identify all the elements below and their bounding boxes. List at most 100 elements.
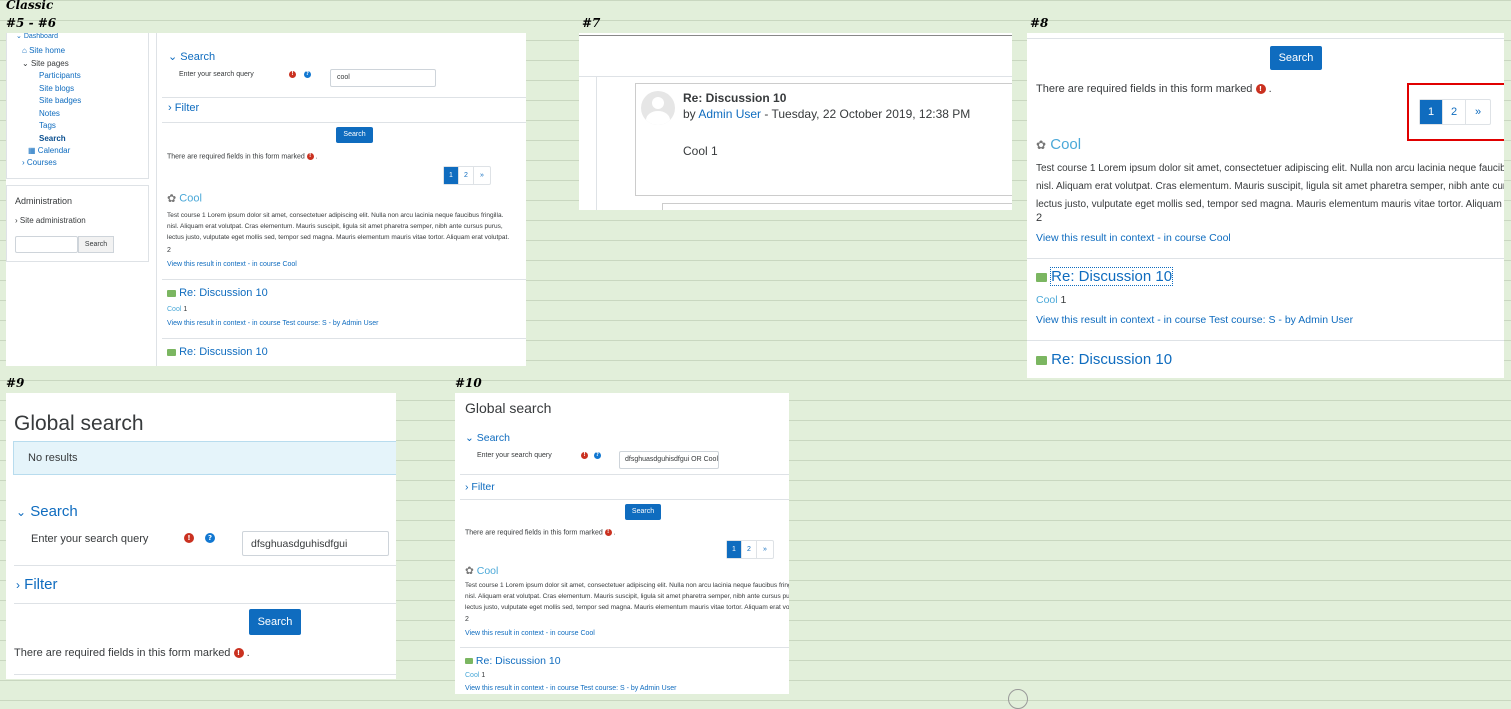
cool-course-link[interactable]: Cool	[465, 672, 479, 679]
filter-section-toggle[interactable]: › Filter	[168, 102, 199, 114]
page-1[interactable]: 1	[727, 541, 742, 558]
result-cool-title[interactable]: ✿ Cool	[465, 565, 498, 577]
page-2[interactable]: 2	[1443, 100, 1466, 124]
forum-icon	[1036, 355, 1047, 365]
course-link[interactable]: in course Cool	[550, 630, 595, 637]
required-note: There are required fields in this form m…	[167, 153, 318, 161]
search-section-toggle[interactable]: ⌄ Search	[465, 432, 510, 444]
search-button[interactable]: Search	[336, 127, 373, 143]
admin-title: Administration	[15, 196, 73, 206]
result-discussion-links: View this result in context - in course …	[1036, 314, 1354, 326]
admin-site-administration[interactable]: › Site administration	[15, 216, 86, 225]
page-next[interactable]: »	[1466, 100, 1490, 124]
divider	[460, 647, 789, 648]
view-in-context-link[interactable]: View this result in context	[167, 320, 246, 327]
course-link[interactable]: in course Test course: S	[550, 685, 625, 692]
nav-dashboard[interactable]: ⌄ Dashboard	[16, 33, 58, 40]
divider	[460, 499, 789, 500]
nav-search[interactable]: Search	[39, 134, 66, 143]
search-button[interactable]: Search	[625, 504, 661, 520]
nav-participants[interactable]: Participants	[39, 71, 81, 80]
course-link[interactable]: in course Cool	[252, 261, 297, 268]
home-icon: ⌂	[22, 46, 27, 55]
course-link[interactable]: in course Cool	[1164, 232, 1231, 244]
view-in-context-link[interactable]: View this result in context	[465, 630, 544, 637]
nav-tags[interactable]: Tags	[39, 121, 56, 130]
divider	[162, 279, 526, 280]
nav-calendar[interactable]: ▦ Calendar	[28, 146, 70, 155]
result-cool-count: 2	[1036, 212, 1043, 224]
page-1[interactable]: 1	[1420, 100, 1443, 124]
nav-site-badges[interactable]: Site badges	[39, 96, 81, 105]
result-discussion-title[interactable]: Re: Discussion 10	[1036, 267, 1174, 286]
course-link[interactable]: in course Test course: S	[252, 320, 327, 327]
result-cool-title[interactable]: ✿ Cool	[1036, 136, 1081, 153]
search-query-input[interactable]: cool	[330, 69, 436, 87]
view-in-context-link[interactable]: View this result in context	[465, 685, 544, 692]
divider	[579, 76, 1012, 77]
reply-post	[662, 203, 1012, 210]
help-icon[interactable]: ?	[304, 71, 311, 78]
screenshot-7: Re: Discussion 10 by Admin User - Tuesda…	[579, 33, 1012, 210]
author-link[interactable]: Admin User	[698, 107, 761, 121]
result-cool-links: View this result in context - in course …	[1036, 232, 1231, 244]
view-in-context-link[interactable]: View this result in context	[167, 261, 246, 268]
result-discussion-title-2[interactable]: Re: Discussion 10	[1036, 351, 1172, 368]
forum-icon	[167, 348, 176, 356]
search-button[interactable]: Search	[1270, 46, 1322, 70]
page-next[interactable]: »	[757, 541, 773, 558]
search-query-input[interactable]: dfsghuasdguhisdfgui	[242, 531, 389, 556]
course-icon: ✿	[1036, 138, 1047, 153]
required-icon: !	[289, 71, 296, 78]
author-link[interactable]: by Admin User	[631, 685, 677, 692]
result-cool-summary: Test course 1 Lorem ipsum dolor sit amet…	[167, 212, 510, 241]
view-in-context-link[interactable]: View this result in context	[1036, 232, 1154, 244]
divider	[162, 338, 526, 339]
admin-search-input[interactable]	[15, 236, 78, 253]
query-label: Enter your search query	[31, 533, 149, 545]
thread-line	[596, 76, 597, 210]
search-query-input[interactable]: dfsghuasdguhisdfgui OR Cool	[619, 451, 719, 469]
required-icon: !	[184, 533, 194, 543]
result-cool-count: 2	[167, 247, 171, 254]
result-discussion-title[interactable]: Re: Discussion 10	[167, 287, 268, 299]
required-icon: !	[306, 153, 314, 160]
view-in-context-link[interactable]: View this result in context	[1036, 314, 1154, 326]
page-1[interactable]: 1	[444, 167, 459, 184]
nav-notes[interactable]: Notes	[39, 109, 60, 118]
filter-section-toggle[interactable]: › Filter	[16, 576, 58, 593]
search-section-toggle[interactable]: ⌄ Search	[168, 50, 215, 63]
screenshot-9: Global search No results ⌄ Search Enter …	[6, 393, 396, 679]
author-link[interactable]: by Admin User	[1285, 314, 1353, 326]
cool-course-link[interactable]: Cool	[167, 306, 181, 313]
result-discussion-title[interactable]: Re: Discussion 10	[465, 655, 561, 667]
search-button[interactable]: Search	[249, 609, 301, 635]
nav-site-home[interactable]: ⌂ Site home	[22, 46, 65, 55]
post-body: Cool 1	[683, 144, 718, 158]
filter-section-toggle[interactable]: › Filter	[465, 481, 495, 493]
result-cool-links: View this result in context - in course …	[465, 630, 595, 637]
help-icon[interactable]: ?	[594, 452, 601, 459]
result-discussion-links: View this result in context - in course …	[167, 320, 379, 327]
label-screenshot-8: #8	[1030, 16, 1049, 30]
calendar-icon: ▦	[28, 146, 36, 155]
course-icon: ✿	[167, 193, 177, 205]
admin-search-button[interactable]: Search	[78, 236, 114, 253]
page-2[interactable]: 2	[742, 541, 757, 558]
forum-icon	[465, 658, 473, 665]
page-2[interactable]: 2	[459, 167, 474, 184]
nav-site-blogs[interactable]: Site blogs	[39, 84, 74, 93]
course-link[interactable]: in course Test course: S	[1164, 314, 1276, 326]
page-next[interactable]: »	[474, 167, 490, 184]
avatar[interactable]	[641, 91, 675, 125]
author-link[interactable]: by Admin User	[333, 320, 379, 327]
cool-course-link[interactable]: Cool	[1036, 294, 1058, 306]
required-note: There are required fields in this form m…	[14, 647, 250, 659]
help-icon[interactable]: ?	[205, 533, 215, 543]
nav-courses[interactable]: › Courses	[22, 158, 57, 167]
nav-site-pages[interactable]: ⌄ Site pages	[22, 59, 69, 68]
result-discussion-title-2[interactable]: Re: Discussion 10	[167, 346, 268, 358]
result-cool-title[interactable]: ✿ Cool	[167, 192, 202, 205]
no-results-text: No results	[28, 452, 78, 464]
search-section-toggle[interactable]: ⌄ Search	[16, 503, 78, 520]
